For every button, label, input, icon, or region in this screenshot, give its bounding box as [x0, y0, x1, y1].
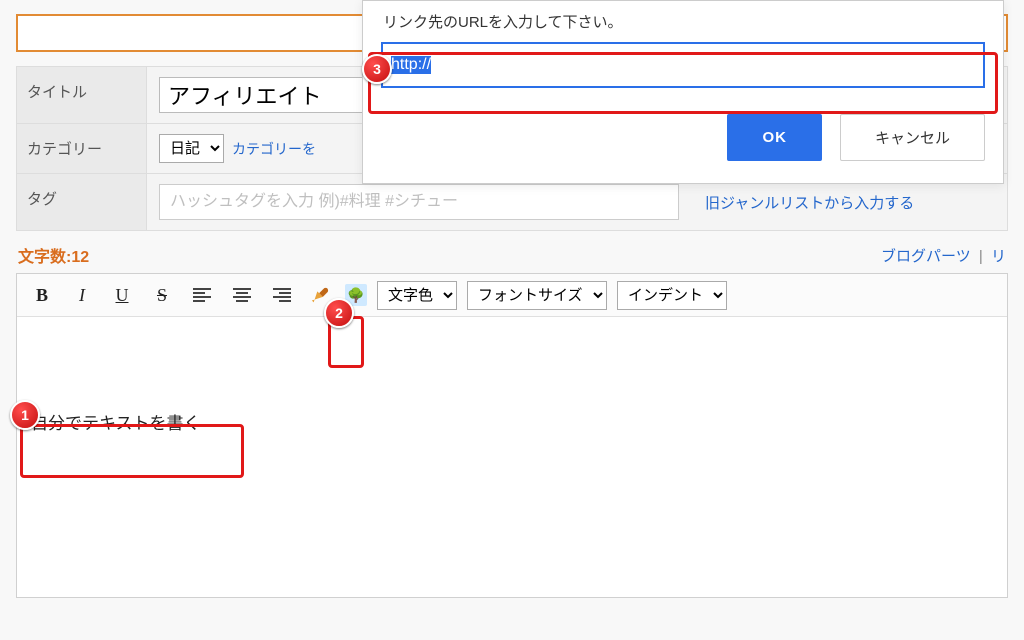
italic-button[interactable]: I	[67, 280, 97, 310]
indent-select[interactable]: インデント	[617, 281, 727, 310]
blog-parts-link[interactable]: ブログパーツ	[881, 248, 971, 265]
url-input[interactable]	[385, 46, 981, 84]
bold-button[interactable]: B	[27, 280, 57, 310]
align-right-button[interactable]	[267, 280, 297, 310]
editor-text: 自分でテキストを書く	[31, 409, 993, 434]
category-select[interactable]: 日記	[159, 134, 224, 163]
dialog-input-wrap	[381, 42, 985, 88]
annotation-badge-3: 3	[362, 54, 392, 84]
yo-link[interactable]: リ	[991, 248, 1006, 265]
annotation-badge-2: 2	[324, 298, 354, 328]
font-size-select[interactable]: フォントサイズ	[467, 281, 607, 310]
text-color-select[interactable]: 文字色	[377, 281, 457, 310]
tag-label: タグ	[17, 174, 147, 230]
strike-button[interactable]: S	[147, 280, 177, 310]
annotation-badge-1: 1	[10, 400, 40, 430]
ok-button[interactable]: OK	[727, 114, 822, 161]
category-label: カテゴリー	[17, 124, 147, 173]
char-count: 文字数:12	[18, 243, 89, 267]
genre-list-link[interactable]: 旧ジャンルリストから入力する	[705, 192, 914, 213]
editor-body[interactable]: 自分でテキストを書く	[17, 317, 1007, 597]
align-left-button[interactable]	[187, 280, 217, 310]
tag-input[interactable]	[159, 184, 679, 220]
edit-category-link[interactable]: カテゴリーを	[232, 139, 316, 159]
align-center-button[interactable]	[227, 280, 257, 310]
cancel-button[interactable]: キャンセル	[840, 114, 985, 161]
dialog-message: リンク先のURLを入力して下さい。	[381, 7, 985, 42]
link-dialog: リンク先のURLを入力して下さい。 OK キャンセル	[362, 0, 1004, 184]
right-links: ブログパーツ | リ	[881, 245, 1006, 266]
title-label: タイトル	[17, 67, 147, 123]
underline-button[interactable]: U	[107, 280, 137, 310]
toolbar: B I U S 🌳 文字色 フォントサイズ インデント	[17, 274, 1007, 317]
editor: B I U S 🌳 文字色 フォントサイズ インデント 自分でテキストを書く	[16, 273, 1008, 598]
